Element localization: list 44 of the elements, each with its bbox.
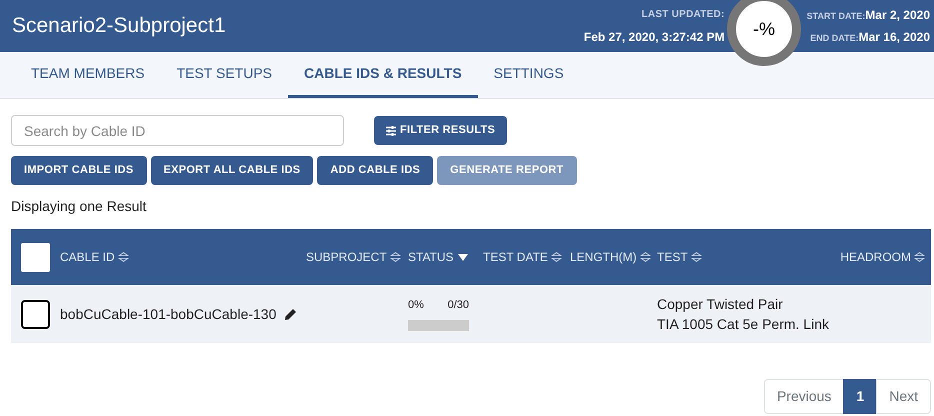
progress-percent: -% (753, 18, 775, 40)
filter-results-button[interactable]: FILTER RESULTS (374, 116, 508, 145)
last-updated-value: Feb 27, 2020, 3:27:42 PM (584, 28, 725, 46)
tab[interactable]: SETTINGS (478, 52, 580, 98)
sort-icon (690, 252, 702, 262)
cable-id: bobCuCable-101-bobCuCable-130 (60, 304, 276, 324)
sort-descending-icon (458, 254, 468, 260)
test-type: Copper Twisted Pair (657, 295, 784, 314)
search-field[interactable]: Search by Cable ID (11, 115, 344, 146)
tab[interactable]: TEST SETUPS (160, 52, 288, 98)
status-percent: 0% (408, 298, 424, 314)
sort-icon (118, 252, 129, 262)
sort-icon (640, 252, 651, 262)
end-date-value: Mar 16, 2020 (858, 29, 930, 46)
end-date-label: END DATE: (810, 32, 859, 45)
column-header[interactable]: HEADROOM (840, 248, 925, 266)
pencil-icon[interactable] (284, 308, 298, 320)
action-button[interactable]: EXPORT ALL CABLE IDS (150, 156, 314, 185)
column-header[interactable]: LENGTH(M) (570, 248, 651, 266)
column-header[interactable]: CABLE ID (60, 248, 129, 266)
page-button[interactable]: 1 (843, 379, 878, 414)
column-header[interactable]: TEST DATE (483, 248, 562, 266)
start-date-label: START DATE: (806, 10, 866, 23)
test-type: TIA 1005 Cat 5e Perm. Link (657, 315, 829, 334)
last-updated-label: LAST UPDATED: (642, 8, 725, 22)
sort-icon (914, 252, 925, 262)
sort-icon (390, 252, 401, 262)
row-checkbox[interactable] (21, 300, 50, 328)
sort-icon (550, 252, 562, 262)
select-all-checkbox[interactable] (21, 242, 50, 272)
sliders-icon (386, 126, 396, 136)
action-button[interactable]: IMPORT CABLE IDS (11, 156, 147, 185)
column-header[interactable]: TEST (657, 248, 702, 266)
action-button[interactable]: ADD CABLE IDS (317, 156, 434, 185)
result-count: Displaying one Result (10, 197, 148, 216)
page-button[interactable]: Next (876, 379, 931, 414)
page-button[interactable]: Previous (764, 379, 844, 414)
tab[interactable]: CABLE IDS & RESULTS (288, 52, 478, 98)
column-header[interactable]: SUBPROJECT (306, 248, 401, 266)
tab[interactable]: TEAM MEMBERS (15, 52, 161, 98)
start-date-value: Mar 2, 2020 (865, 7, 930, 24)
project-title: Scenario2-Subproject1 (12, 13, 227, 40)
column-header[interactable]: STATUS (408, 248, 468, 266)
status-count: 0/30 (448, 298, 469, 314)
